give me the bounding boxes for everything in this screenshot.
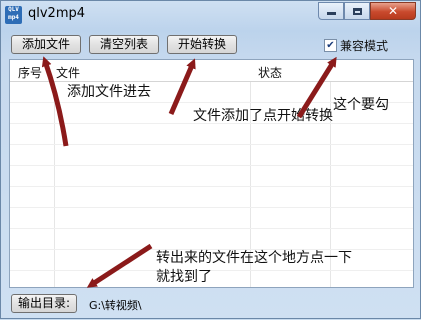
arrow-to-add-file — [41, 56, 69, 147]
app-window: QLV mp4 qlv2mp4 ✕ 添加文件 清空列表 开始转换 ✔ 兼容模式 — [0, 0, 421, 319]
arrow-to-output-dir — [86, 243, 153, 288]
arrow-to-start-convert — [168, 58, 196, 115]
arrow-to-compat-mode — [296, 56, 337, 119]
annotation-arrows — [41, 56, 337, 288]
